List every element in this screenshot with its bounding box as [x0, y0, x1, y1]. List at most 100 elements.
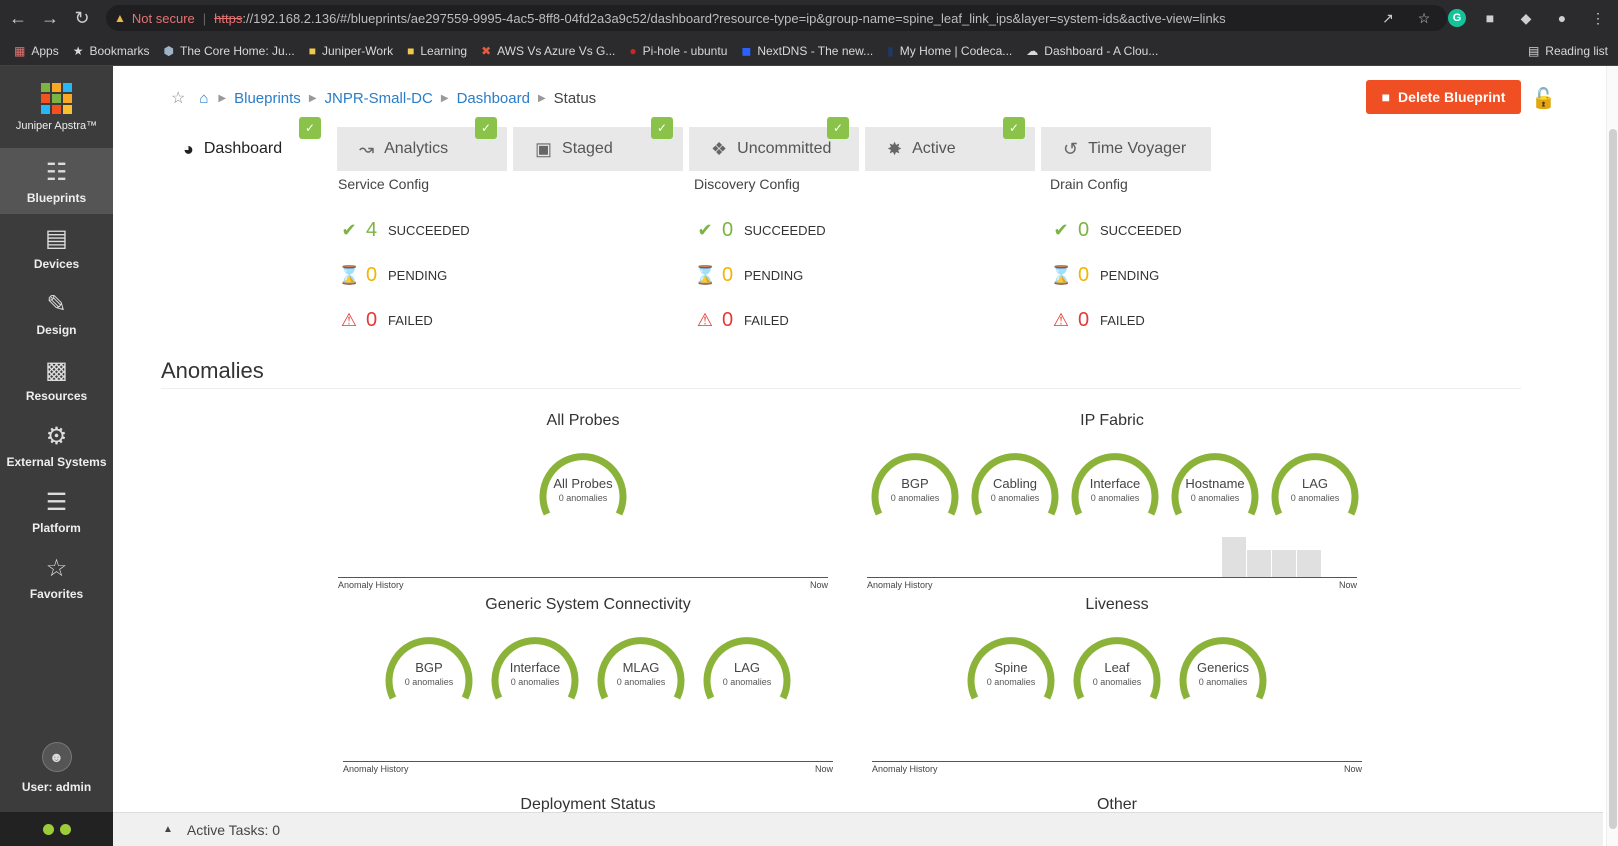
bookmark-learning[interactable]: ■ Learning — [407, 44, 467, 58]
status-pending-row[interactable]: ⌛ 0 PENDING — [1050, 253, 1350, 298]
bookmark-apps[interactable]: ▦ Apps — [14, 44, 59, 58]
raspberry-icon: ● — [629, 43, 637, 58]
shield-icon: ◼ — [741, 43, 752, 58]
back-icon[interactable]: ← — [4, 4, 32, 32]
gauge-count: 0 anomalies — [722, 677, 772, 687]
gauge-bgp[interactable]: BGP 0 anomalies — [381, 626, 477, 702]
share-icon[interactable]: ↗ — [1376, 6, 1400, 30]
url-scheme: https — [214, 10, 243, 26]
anomaly-group-deployment-status: Deployment Status — [343, 796, 833, 812]
bookmark-cloud-dashboard[interactable]: ☁ Dashboard - A Clou... — [1026, 44, 1158, 58]
gauge-label: MLAG — [622, 660, 660, 675]
gauge-interface[interactable]: Interface 0 anomalies — [1067, 442, 1159, 518]
blueprints-icon: ☷ — [45, 158, 68, 186]
gauge-leaf[interactable]: Leaf 0 anomalies — [1069, 626, 1165, 702]
discovery-config-status: Discovery Config ✔ 0 SUCCEEDED ⌛ 0 PENDI… — [694, 176, 994, 343]
history-label: Anomaly History — [343, 764, 409, 774]
gauge-hostname[interactable]: Hostname 0 anomalies — [1167, 442, 1259, 518]
gauge-all-probes[interactable]: All Probes 0 anomalies — [535, 442, 631, 518]
sidebar-item-devices[interactable]: ▤ Devices — [0, 214, 113, 280]
scroll-thumb[interactable] — [1609, 129, 1617, 829]
tab-analytics[interactable]: ↝ Analytics ✓ — [337, 117, 507, 171]
favorite-star-icon[interactable]: ☆ — [171, 88, 185, 108]
bookmark-codecademy[interactable]: ▮ My Home | Codeca... — [887, 44, 1012, 58]
gauge-cabling[interactable]: Cabling 0 anomalies — [967, 442, 1059, 518]
sidebar-item-label: Design — [36, 322, 77, 337]
platform-icon: ☰ — [45, 488, 68, 516]
sidebar-item-blueprints[interactable]: ☷ Blueprints — [0, 148, 113, 214]
tab-label: Staged — [562, 140, 613, 157]
address-bar[interactable]: ▲ Not secure | https ://192.168.2.136/#/… — [106, 5, 1447, 31]
bookmarks-bar: ▦ Apps ★ Bookmarks ⬢ The Core Home: Ju... ■… — [0, 36, 1618, 66]
unlock-icon[interactable]: 🔓 — [1531, 86, 1556, 111]
sidebar-item-external-systems[interactable]: ⚙ External Systems — [0, 412, 113, 478]
status-succeeded-row[interactable]: ✔ 0 SUCCEEDED — [694, 208, 994, 253]
dashboard-gauge-icon: ◕ — [183, 138, 194, 159]
menu-icon[interactable]: ⋮ — [1586, 6, 1610, 30]
delete-blueprint-button[interactable]: ■ Delete Blueprint — [1366, 80, 1521, 114]
status-pending-row[interactable]: ⌛ 0 PENDING — [338, 253, 638, 298]
breadcrumb-blueprint[interactable]: JNPR-Small-DC — [325, 90, 433, 107]
anomaly-group-ip-fabric: IP Fabric BGP 0 anomalies Cabling 0 anom… — [867, 412, 1359, 590]
gauge-bgp[interactable]: BGP 0 anomalies — [867, 442, 959, 518]
bookmark-nextdns[interactable]: ◼ NextDNS - The new... — [741, 44, 873, 58]
tab-active[interactable]: ✸ Active ✓ — [865, 117, 1035, 171]
failed-count: 0 — [366, 309, 378, 331]
bookmark-bookmarks[interactable]: ★ Bookmarks — [73, 44, 150, 58]
forward-icon[interactable]: → — [36, 4, 64, 32]
sidebar-item-platform[interactable]: ☰ Platform — [0, 478, 113, 544]
profile-icon[interactable]: ● — [1550, 6, 1574, 30]
status-failed-row[interactable]: ⚠ 0 FAILED — [694, 298, 994, 343]
user-menu[interactable]: ☻ User: admin — [0, 742, 113, 794]
page-scrollbar[interactable] — [1606, 66, 1618, 846]
tab-time-voyager[interactable]: ↺ Time Voyager — [1041, 127, 1211, 171]
active-tasks-bar[interactable]: ▲ Active Tasks: 0 — [113, 812, 1603, 846]
sidebar-item-favorites[interactable]: ☆ Favorites — [0, 544, 113, 610]
breadcrumb-dashboard[interactable]: Dashboard — [457, 90, 530, 107]
bookmark-pihole[interactable]: ● Pi-hole - ubuntu — [629, 44, 727, 58]
gauge-interface[interactable]: Interface 0 anomalies — [487, 626, 583, 702]
history-icon: ↺ — [1063, 138, 1079, 159]
sidebar-item-label: Blueprints — [26, 190, 87, 205]
pending-count: 0 — [722, 264, 734, 286]
gauge-mlag[interactable]: MLAG 0 anomalies — [593, 626, 689, 702]
grammarly-icon[interactable]: G — [1448, 9, 1466, 27]
failed-count: 0 — [722, 309, 734, 331]
anomalies-heading: Anomalies — [161, 358, 264, 383]
bookmark-juniper-work[interactable]: ■ Juniper-Work — [309, 44, 393, 58]
gauge-lag[interactable]: LAG 0 anomalies — [1267, 442, 1359, 518]
status-pending-row[interactable]: ⌛ 0 PENDING — [694, 253, 994, 298]
gauge-generics[interactable]: Generics 0 anomalies — [1175, 626, 1271, 702]
anomaly-history: Anomaly History Now — [872, 741, 1362, 774]
apstra-logo[interactable]: Juniper Apstra™ — [0, 66, 113, 148]
tab-uncommitted[interactable]: ❖ Uncommitted ✓ — [689, 117, 859, 171]
bookmark-core-home[interactable]: ⬢ The Core Home: Ju... — [164, 44, 295, 58]
history-bar — [1272, 550, 1296, 577]
succeeded-count: 4 — [366, 219, 378, 241]
sidebar-item-design[interactable]: ✎ Design — [0, 280, 113, 346]
history-label: Anomaly History — [872, 764, 938, 774]
tab-dashboard[interactable]: ◕ Dashboard ✓ — [161, 117, 331, 171]
sidebar-item-resources[interactable]: ▩ Resources — [0, 346, 113, 412]
service-config-status: Service Config ✔ 4 SUCCEEDED ⌛ 0 PENDING… — [338, 176, 638, 343]
bookmark-star-icon[interactable]: ☆ — [1412, 6, 1436, 30]
reading-list[interactable]: ▤ Reading list — [1528, 44, 1608, 58]
gauge-spine[interactable]: Spine 0 anomalies — [963, 626, 1059, 702]
home-icon[interactable]: ⌂ — [199, 90, 208, 107]
extensions-puzzle-icon[interactable]: ◆ — [1514, 6, 1538, 30]
bookmark-aws[interactable]: ✖ AWS Vs Azure Vs G... — [481, 44, 615, 58]
tab-staged[interactable]: ▣ Staged ✓ — [513, 117, 683, 171]
warning-triangle-icon: ⚠ — [1052, 310, 1070, 330]
reload-icon[interactable]: ↻ — [68, 4, 96, 32]
status-failed-row[interactable]: ⚠ 0 FAILED — [1050, 298, 1350, 343]
status-succeeded-row[interactable]: ✔ 4 SUCCEEDED — [338, 208, 638, 253]
breadcrumb-blueprints[interactable]: Blueprints — [234, 90, 301, 107]
status-succeeded-row[interactable]: ✔ 0 SUCCEEDED — [1050, 208, 1350, 253]
crumb-separator: ▶ — [218, 92, 227, 104]
group-title: Other — [1096, 796, 1137, 812]
extension-icon[interactable]: ■ — [1478, 6, 1502, 30]
gauge-lag[interactable]: LAG 0 anomalies — [699, 626, 795, 702]
status-failed-row[interactable]: ⚠ 0 FAILED — [338, 298, 638, 343]
breadcrumb: ☆ ⌂ ▶ Blueprints ▶ JNPR-Small-DC ▶ Dashb… — [171, 88, 596, 108]
sidebar-item-label: Favorites — [29, 586, 84, 601]
